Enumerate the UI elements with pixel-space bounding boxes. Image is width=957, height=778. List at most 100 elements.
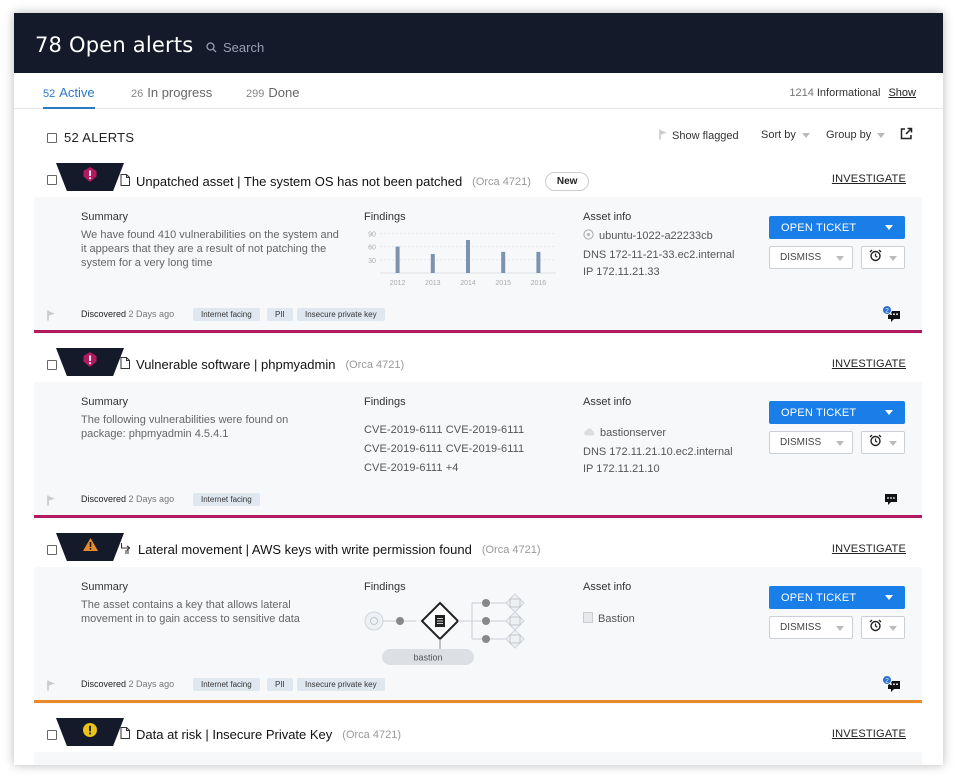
- open-ticket-button[interactable]: OPEN TICKET: [769, 586, 905, 609]
- cve-line: CVE-2019-6111 +4: [364, 462, 459, 474]
- alert-title-row: Data at risk | Insecure Private Key (Orc…: [120, 727, 401, 742]
- tab-active[interactable]: 52 Active: [43, 85, 95, 109]
- asset-info-label: Asset info: [583, 396, 632, 408]
- asset-dns: DNS 172.11.21.10.ec2.internal: [583, 446, 733, 458]
- page-title: 78 Open alerts: [35, 33, 194, 57]
- search-icon: [206, 42, 217, 53]
- group-by-dropdown[interactable]: Group by: [826, 129, 886, 141]
- alert-footer: Discovered 2 Days ago Internet facing PI…: [34, 298, 922, 330]
- investigate-link[interactable]: INVESTIGATE: [832, 173, 906, 185]
- alerts-count: 52 ALERTS: [64, 130, 135, 145]
- cve-line: CVE-2019-6111 CVE-2019-6111: [364, 443, 525, 455]
- alert-card: Lateral movement | AWS keys with write p…: [34, 531, 922, 704]
- summary-label: Summary: [81, 396, 129, 408]
- group-by-label: Group by: [826, 129, 872, 141]
- summary-text: We have found 410 vulnerabilities on the…: [81, 229, 339, 269]
- dismiss-dropdown[interactable]: DISMISS: [769, 246, 853, 269]
- severity-line: [34, 330, 922, 333]
- flag-icon: [659, 129, 668, 143]
- cloud-icon: [583, 427, 595, 439]
- dismiss-dropdown[interactable]: DISMISS: [769, 616, 853, 639]
- top-header: 78 Open alerts Search: [14, 13, 943, 73]
- alert-checkbox[interactable]: [47, 730, 57, 740]
- alert-checkbox[interactable]: [47, 175, 57, 185]
- comments-button[interactable]: 2: [882, 675, 902, 700]
- export-button[interactable]: [900, 127, 913, 143]
- new-badge: New: [544, 172, 590, 191]
- show-flagged-button[interactable]: Show flagged: [659, 129, 739, 143]
- chevron-down-icon: [836, 626, 844, 631]
- document-icon: [120, 174, 130, 189]
- snooze-dropdown[interactable]: [861, 616, 905, 639]
- tag: Internet facing: [193, 493, 260, 506]
- search-input[interactable]: Search: [223, 40, 264, 55]
- alert-title[interactable]: Vulnerable software | phpmyadmin: [136, 357, 335, 372]
- alert-card-header: Unpatched asset | The system OS has not …: [34, 161, 922, 197]
- search-box[interactable]: Search: [206, 40, 264, 55]
- chart-bar: [430, 254, 435, 273]
- chart-x-tick-label: 2014: [460, 280, 476, 287]
- asset-name: bastionserver: [600, 427, 667, 439]
- snooze-dropdown[interactable]: [861, 246, 905, 269]
- chevron-down-icon: [885, 410, 893, 415]
- alert-card-header: Vulnerable software | phpmyadmin (Orca 4…: [34, 346, 922, 382]
- alert-title-row: Lateral movement | AWS keys with write p…: [120, 542, 541, 557]
- open-ticket-button[interactable]: OPEN TICKET: [769, 401, 905, 424]
- investigate-link[interactable]: INVESTIGATE: [832, 543, 906, 555]
- tab-count: 52: [43, 88, 56, 100]
- open-ticket-button[interactable]: OPEN TICKET: [769, 216, 905, 239]
- discovered-label: Discovered: [81, 494, 127, 504]
- alert-orca-id: (Orca 4721): [481, 543, 541, 556]
- app-window: 78 Open alerts Search 52 Active 26 In prog…: [14, 13, 943, 765]
- findings-bar-chart: 90 60 30 2012 2013 2014 2015 2016: [368, 231, 556, 287]
- chevron-down-icon: [889, 441, 897, 446]
- tab-done[interactable]: 299 Done: [246, 85, 299, 109]
- severity-badge: [56, 348, 124, 376]
- asset-dns: DNS 172-11-21-33.ec2.internal: [583, 249, 735, 261]
- comments-button[interactable]: [884, 493, 898, 511]
- asset-ip: IP 172.11.21.33: [583, 266, 660, 278]
- status-tabs: 52 Active 26 In progress 299 Done 1214 Infor…: [14, 73, 943, 109]
- flag-icon[interactable]: [47, 308, 56, 326]
- tag: Internet facing: [193, 678, 260, 691]
- snooze-dropdown[interactable]: [861, 431, 905, 454]
- select-all-checkbox[interactable]: [47, 133, 57, 143]
- chevron-down-icon: [836, 256, 844, 261]
- flag-icon[interactable]: [47, 493, 56, 511]
- sort-by-label: Sort by: [761, 129, 796, 141]
- severity-badge: [56, 163, 124, 191]
- flag-icon[interactable]: [47, 678, 56, 696]
- alert-title-row: Vulnerable software | phpmyadmin (Orca 4…: [120, 357, 404, 372]
- informational-label: Informational: [816, 87, 881, 99]
- alert-checkbox[interactable]: [47, 545, 57, 555]
- shield-critical-icon: [82, 166, 98, 188]
- chart-x-tick-label: 2013: [425, 280, 441, 287]
- alert-title[interactable]: Lateral movement | AWS keys with write p…: [138, 542, 472, 557]
- attack-path-diagram: bastion: [364, 593, 525, 665]
- show-informational-link[interactable]: Show: [888, 87, 916, 99]
- alert-title[interactable]: Data at risk | Insecure Private Key: [136, 727, 332, 742]
- summary-text: The following vulnerabilities were found…: [81, 414, 289, 440]
- asset-name: ubuntu-1022-a22233cb: [599, 230, 713, 242]
- comment-count: 2: [885, 677, 889, 684]
- tab-in-progress[interactable]: 26 In progress: [131, 85, 212, 109]
- alert-checkbox[interactable]: [47, 360, 57, 370]
- sort-by-dropdown[interactable]: Sort by: [761, 129, 810, 141]
- comment-icon: 2: [882, 675, 900, 692]
- lateral-movement-icon: [120, 542, 132, 557]
- alert-title-row: Unpatched asset | The system OS has not …: [120, 172, 590, 191]
- alarm-clock-icon: [869, 249, 882, 267]
- comments-button[interactable]: 2: [882, 305, 902, 330]
- chart-bar: [536, 251, 541, 273]
- discovered-text: Discovered 2 Days ago: [81, 309, 174, 319]
- dismiss-dropdown[interactable]: DISMISS: [769, 431, 853, 454]
- summary-label: Summary: [81, 211, 129, 223]
- alerts-toolbar: 52 ALERTS Show flagged Sort by Group by: [14, 124, 943, 148]
- investigate-link[interactable]: INVESTIGATE: [832, 728, 906, 740]
- tab-label: In progress: [147, 85, 213, 100]
- alert-orca-id: (Orca 4721): [472, 175, 531, 188]
- chart-x-tick-label: 2015: [495, 280, 511, 287]
- alert-title[interactable]: Unpatched asset | The system OS has not …: [136, 174, 462, 189]
- discovered-ago: 2 Days ago: [128, 679, 175, 689]
- investigate-link[interactable]: INVESTIGATE: [832, 358, 906, 370]
